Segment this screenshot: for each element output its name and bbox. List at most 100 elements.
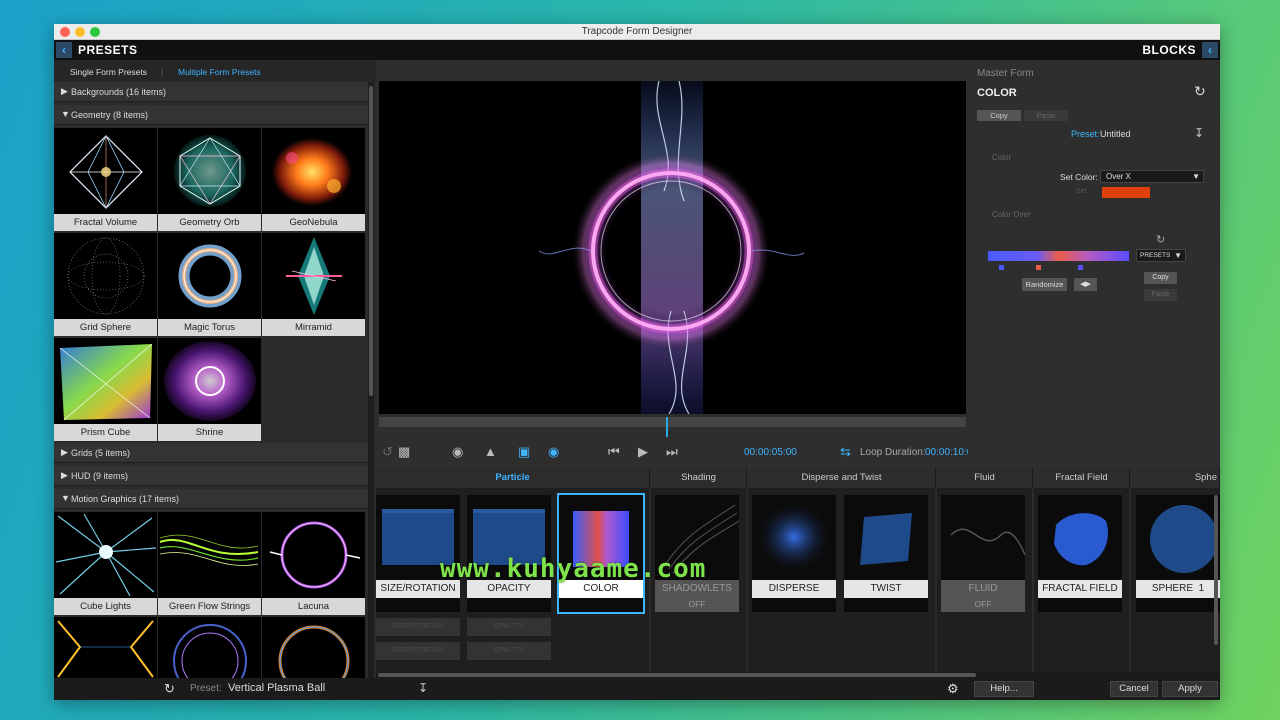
expand-triangle-icon: ▶ (61, 447, 68, 457)
apply-button[interactable]: Apply (1162, 681, 1218, 697)
group-sphere[interactable]: Sphe (1131, 468, 1220, 488)
collapse-triangle-icon: ▼ (61, 109, 70, 119)
grid-sphere-art (54, 233, 157, 319)
window-title: Trapcode Form Designer (581, 26, 693, 37)
preset-caption: Mirramid (262, 319, 365, 336)
prism-cube-art (54, 338, 157, 424)
window-icon[interactable]: ▣ (518, 445, 530, 459)
ghost-block-label: OPACITY (467, 618, 551, 636)
loop-icon[interactable]: ⇆ (840, 445, 851, 459)
group-fluid[interactable]: Fluid (937, 468, 1033, 488)
skip-forward-icon[interactable]: ⏭ (666, 445, 678, 459)
preset-thumb-gold-frame[interactable] (54, 617, 157, 680)
gold-frame-art (54, 617, 157, 680)
fire-ring-art (262, 617, 365, 680)
sphere-count: 1 (1198, 583, 1205, 594)
gradient-copy-button[interactable]: Copy (1144, 272, 1177, 284)
category-backgrounds[interactable]: ▶ Backgrounds (16 items) (54, 82, 368, 102)
block-status: OFF (655, 598, 739, 612)
chevron-down-icon: ▼ (1174, 251, 1182, 260)
preset-thumb-lacuna[interactable]: Lacuna (262, 512, 365, 615)
preset-thumb-grid-sphere[interactable]: Grid Sphere (54, 233, 157, 336)
preset-thumb-magic-torus[interactable]: Magic Torus (158, 233, 261, 336)
gradient-paste-button[interactable]: Paste (1144, 289, 1177, 301)
block-fractal-field[interactable]: FRACTAL FIELD (1038, 495, 1122, 612)
block-label: FRACTAL FIELD (1038, 580, 1122, 598)
color-swatch[interactable] (1102, 187, 1150, 198)
category-label: Backgrounds (16 items) (71, 87, 167, 97)
preset-thumb-prism-cube[interactable]: Prism Cube (54, 338, 157, 441)
group-shading[interactable]: Shading (651, 468, 747, 488)
current-time: 00:00:05:00 (744, 447, 797, 458)
presets-scroll-thumb[interactable] (369, 86, 373, 396)
preset-thumb-mirramid[interactable]: Mirramid (262, 233, 365, 336)
gradient-stop-marker[interactable] (999, 265, 1004, 270)
gear-icon[interactable]: ⚙ (947, 681, 959, 697)
timeline-track[interactable] (379, 417, 966, 427)
category-geometry[interactable]: ▼ Geometry (8 items) (54, 105, 368, 125)
save-preset-icon[interactable]: ↧ (1194, 126, 1204, 140)
timeline-playhead[interactable] (666, 417, 668, 437)
gradient-presets-dropdown[interactable]: PRESETS ▼ (1136, 249, 1186, 262)
group-disperse-twist[interactable]: Disperse and Twist (748, 468, 936, 488)
copy-button[interactable]: Copy (977, 110, 1021, 121)
gradient-reset-icon[interactable]: ↻ (1156, 233, 1165, 246)
preset-thumb-geometry-orb[interactable]: Geometry Orb (158, 128, 261, 231)
twist-thumb (844, 495, 928, 580)
category-motion-graphics[interactable]: ▼ Motion Graphics (17 items) (54, 489, 368, 509)
play-icon[interactable]: ▶ (638, 445, 648, 459)
preset-thumb-geonebula[interactable]: GeoNebula (262, 128, 365, 231)
paste-button[interactable]: Paste (1024, 110, 1068, 121)
set-color-dropdown[interactable]: Over X ▼ (1100, 170, 1204, 183)
undo-icon[interactable]: ↺ (382, 445, 393, 459)
preset-thumb-green-flow-strings[interactable]: Green Flow Strings (158, 512, 261, 615)
group-particle[interactable]: Particle (376, 468, 650, 488)
blocks-vertical-scroll-thumb[interactable] (1214, 495, 1218, 645)
gradient-stop-marker[interactable] (1036, 265, 1041, 270)
ghost-block-label: OPACITY (467, 642, 551, 660)
color-over-label: Color Over (992, 210, 1031, 219)
preset-thumb-fractal-volume[interactable]: Fractal Volume (54, 128, 157, 231)
color-gradient-bar[interactable] (988, 251, 1129, 261)
lacuna-art (262, 512, 365, 598)
step-arrows-button[interactable]: ◀▶ (1074, 278, 1097, 291)
block-twist[interactable]: TWIST (844, 495, 928, 612)
preset-thumb-blue-sphere[interactable] (158, 617, 261, 680)
preview-viewport[interactable] (379, 81, 966, 414)
randomize-button[interactable]: Randomize (1022, 278, 1067, 291)
preset-caption: Cube Lights (54, 598, 157, 615)
tab-single-form-presets[interactable]: Single Form Presets (70, 67, 147, 77)
skip-back-icon[interactable]: ⏮ (608, 445, 620, 459)
eye-icon[interactable]: ◉ (548, 445, 559, 459)
cancel-button[interactable]: Cancel (1110, 681, 1158, 697)
tab-multiple-form-presets[interactable]: Multiple Form Presets (178, 67, 261, 77)
reset-icon[interactable]: ↻ (1194, 83, 1206, 100)
camera-icon[interactable]: ▩ (398, 445, 410, 459)
preset-caption: Shrine (158, 424, 261, 441)
category-grids[interactable]: ▶ Grids (5 items) (54, 443, 368, 463)
blocks-collapse-chevron-icon[interactable]: ‹ (1202, 42, 1218, 58)
set-color-value: Over X (1106, 172, 1131, 181)
collapse-triangle-icon: ▼ (61, 493, 70, 503)
blocks-horizontal-scroll-thumb[interactable] (378, 673, 976, 677)
preset-thumb-cube-lights[interactable]: Cube Lights (54, 512, 157, 615)
terrain-icon[interactable]: ▲ (484, 445, 497, 459)
panel-header-bar: ‹ PRESETS BLOCKS ‹ (54, 40, 1220, 60)
save-preset-icon[interactable]: ↧ (418, 681, 428, 695)
block-fluid[interactable]: FLUID OFF (941, 495, 1025, 612)
chevron-down-icon: ▼ (1192, 172, 1200, 181)
category-hud[interactable]: ▶ HUD (9 items) (54, 466, 368, 486)
gradient-stop-marker[interactable] (1078, 265, 1083, 270)
cube-lights-art (54, 512, 157, 598)
preset-thumb-fire-ring[interactable] (262, 617, 365, 680)
audio-icon[interactable]: ◉ (452, 445, 463, 459)
presets-collapse-chevron-icon[interactable]: ‹ (56, 42, 72, 58)
shrine-art (158, 338, 261, 424)
preset-thumb-shrine[interactable]: Shrine (158, 338, 261, 441)
block-sphere[interactable]: SPHERE 1 (1136, 495, 1220, 612)
reset-icon[interactable]: ↻ (164, 681, 175, 697)
help-button[interactable]: Help... (974, 681, 1034, 697)
preset-caption: GeoNebula (262, 214, 365, 231)
plasma-ball-render (379, 81, 966, 414)
group-fractal-field[interactable]: Fractal Field (1034, 468, 1130, 488)
